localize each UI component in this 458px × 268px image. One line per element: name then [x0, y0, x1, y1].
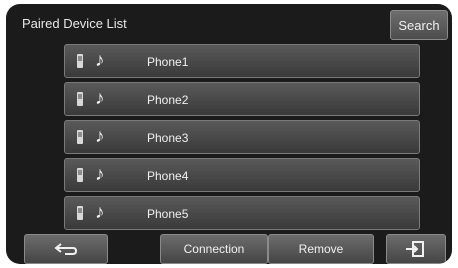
search-button[interactable]: Search — [390, 10, 448, 40]
phone-icon — [77, 130, 83, 144]
music-note-icon: ♪ — [95, 164, 105, 185]
music-note-icon: ♪ — [95, 50, 105, 71]
music-note-icon: ♪ — [95, 202, 105, 223]
device-row-3[interactable]: ♪ Phone3 — [64, 120, 420, 154]
device-row-4[interactable]: ♪ Phone4 — [64, 158, 420, 192]
device-row-1[interactable]: ♪ Phone1 — [64, 44, 420, 78]
device-name: Phone3 — [147, 131, 189, 145]
music-note-icon: ♪ — [95, 88, 105, 109]
device-name: Phone5 — [147, 207, 189, 221]
device-name: Phone2 — [147, 93, 189, 107]
device-list: ♪ Phone1 ♪ Phone2 ♪ Phone3 ♪ Phone4 ♪ Ph… — [64, 44, 420, 234]
device-row-5[interactable]: ♪ Phone5 — [64, 196, 420, 230]
paired-device-screen: Paired Device List Search ♪ Phone1 ♪ Pho… — [6, 4, 452, 264]
device-row-2[interactable]: ♪ Phone2 — [64, 82, 420, 116]
phone-icon — [77, 92, 83, 106]
phone-icon — [77, 54, 83, 68]
device-name: Phone1 — [147, 55, 189, 69]
connection-button[interactable]: Connection — [160, 234, 268, 264]
back-button[interactable] — [24, 234, 108, 264]
music-note-icon: ♪ — [95, 126, 105, 147]
exit-icon — [404, 240, 428, 258]
phone-icon — [77, 168, 83, 182]
exit-button[interactable] — [386, 234, 446, 264]
device-name: Phone4 — [147, 169, 189, 183]
page-title: Paired Device List — [22, 16, 127, 31]
remove-button[interactable]: Remove — [268, 234, 374, 264]
bottom-toolbar: Connection Remove — [6, 234, 452, 264]
phone-icon — [77, 206, 83, 220]
back-arrow-icon — [53, 242, 79, 256]
